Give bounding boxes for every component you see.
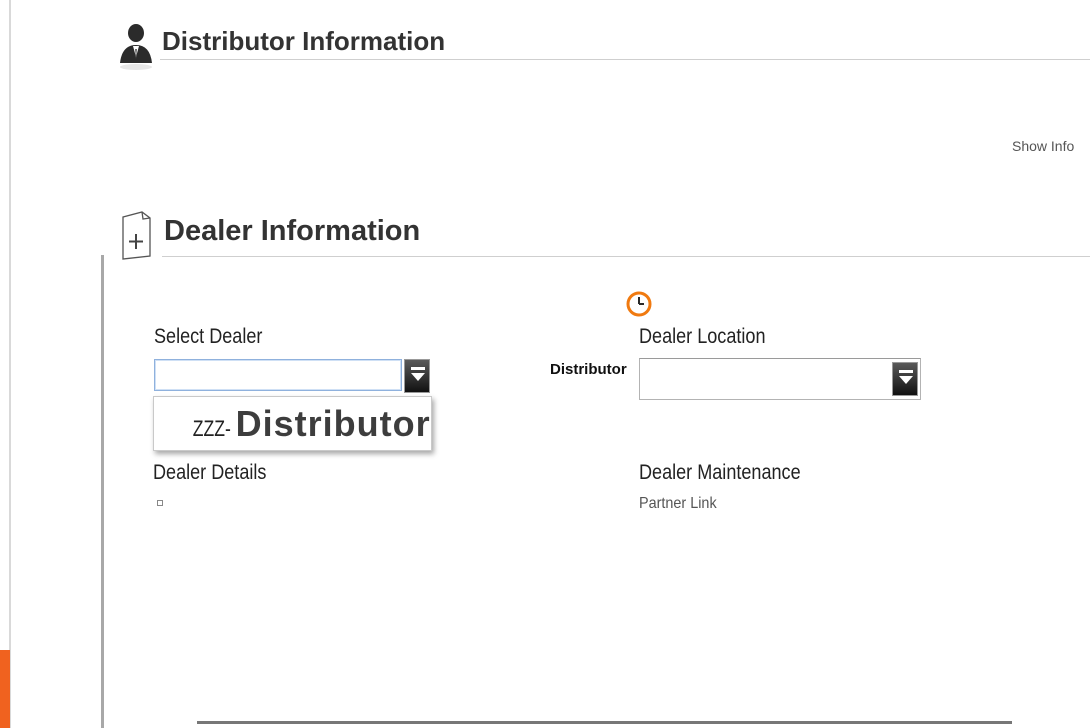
dealer-details-checkbox[interactable] bbox=[157, 500, 163, 506]
left-border bbox=[9, 0, 11, 728]
dealer-information-title: Dealer Information bbox=[164, 215, 421, 247]
dealer-location-dropdown-button[interactable] bbox=[892, 362, 918, 396]
dropdown-option[interactable]: ZZZ- Distributor bbox=[188, 403, 431, 445]
add-document-icon bbox=[122, 211, 151, 260]
clock-icon[interactable] bbox=[624, 289, 654, 319]
dropdown-arrow-icon bbox=[899, 370, 913, 373]
select-dealer-label: Select Dealer bbox=[154, 325, 263, 348]
accent-bar bbox=[0, 650, 10, 728]
dealer-maintenance-label: Dealer Maintenance bbox=[639, 461, 801, 484]
distributor-information-title: Distributor Information bbox=[162, 26, 446, 56]
title-underline bbox=[160, 59, 1090, 60]
dealer-location-label: Dealer Location bbox=[639, 325, 766, 348]
show-info-link[interactable]: Show Info bbox=[1012, 138, 1074, 154]
dropdown-arrow-icon bbox=[899, 376, 913, 384]
section-divider-vertical bbox=[101, 255, 104, 728]
select-dealer-dropdown-list: ZZZ- Distributor bbox=[153, 396, 432, 451]
dealer-location-select[interactable] bbox=[639, 358, 921, 400]
dealer-details-label: Dealer Details bbox=[153, 461, 267, 484]
select-dealer-dropdown-button[interactable] bbox=[404, 359, 430, 393]
option-name: Distributor bbox=[235, 403, 431, 444]
title-underline bbox=[162, 256, 1090, 257]
partner-link[interactable]: Partner Link bbox=[639, 495, 717, 513]
dropdown-arrow-icon bbox=[411, 373, 425, 381]
dropdown-arrow-icon bbox=[411, 367, 425, 370]
bottom-divider bbox=[197, 721, 1012, 724]
select-dealer-input[interactable] bbox=[154, 359, 402, 391]
distributor-field-label: Distributor bbox=[550, 361, 627, 378]
option-prefix: ZZZ- bbox=[192, 416, 231, 441]
person-icon bbox=[120, 24, 152, 70]
